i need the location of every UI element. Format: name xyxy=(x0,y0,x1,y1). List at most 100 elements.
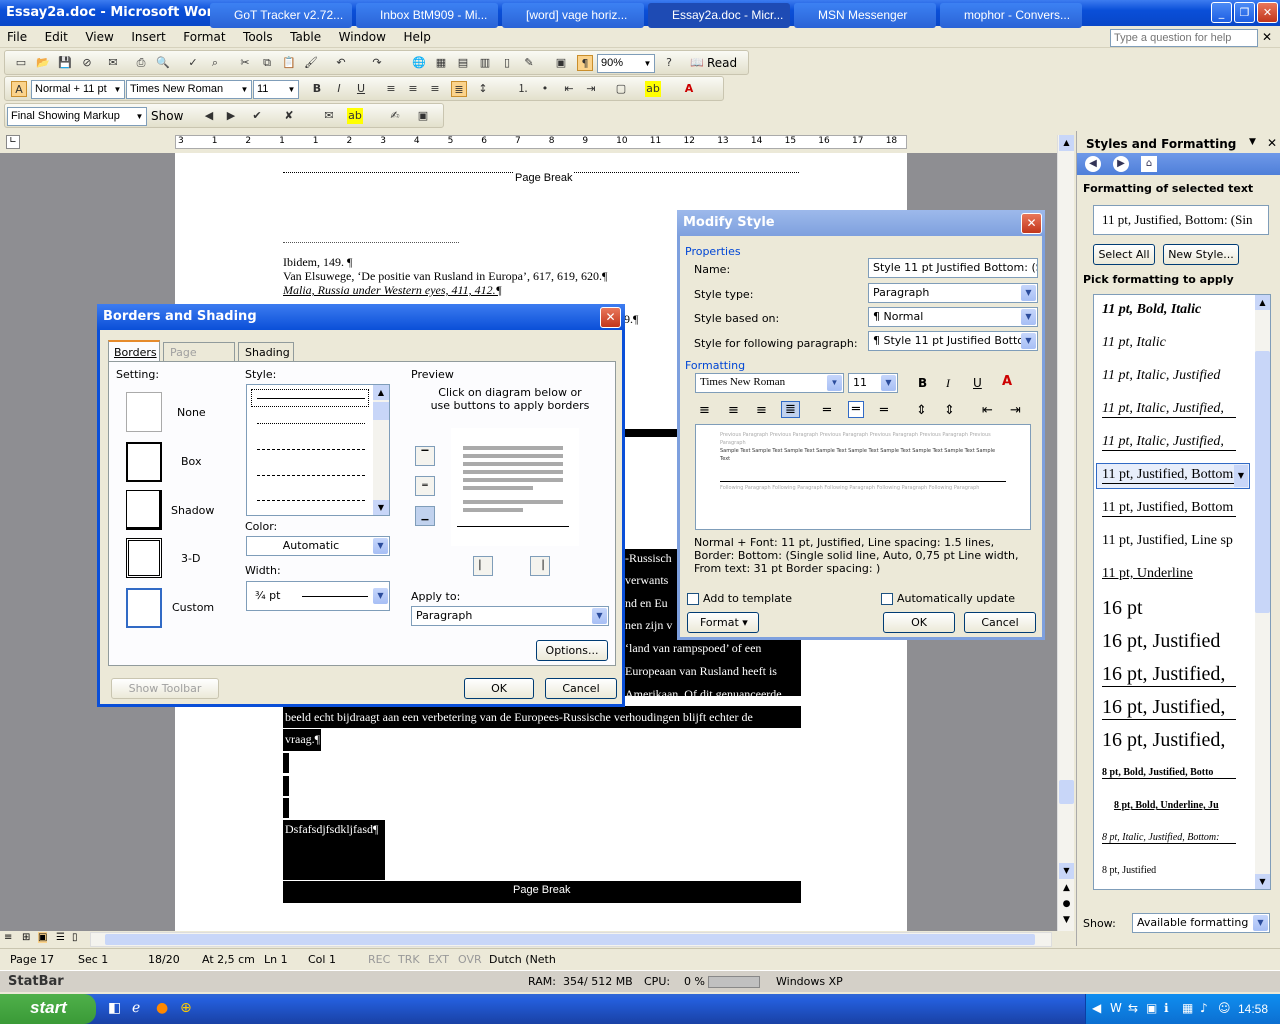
redo-icon[interactable]: ↷ xyxy=(369,55,385,71)
border-preview-diagram[interactable] xyxy=(451,428,579,546)
reviewing-pane-icon[interactable]: ▣ xyxy=(415,108,431,124)
increase-indent-icon[interactable]: ⇥ xyxy=(583,81,599,97)
tray-volume-icon[interactable]: ♪ xyxy=(1200,1001,1208,1015)
styles-pane-icon[interactable]: A xyxy=(11,81,27,97)
scroll-up-icon[interactable]: ▲ xyxy=(1059,135,1074,151)
tab-shading[interactable]: Shading xyxy=(238,342,294,362)
following-select[interactable]: ¶ Style 11 pt Justified Bottor ▼ xyxy=(868,331,1038,351)
scroll-up-icon[interactable]: ▲ xyxy=(373,385,389,400)
task-conversation[interactable]: mophor - Convers... xyxy=(940,3,1082,28)
read-label[interactable]: Read xyxy=(707,56,737,70)
menu-format[interactable]: Format xyxy=(176,26,232,48)
document-map-icon[interactable]: ▣ xyxy=(553,55,569,71)
track-changes-icon[interactable]: ✍ xyxy=(387,108,403,124)
dlg-onehalf-space-icon[interactable]: ═ xyxy=(848,401,864,418)
setting-none[interactable]: None xyxy=(177,406,206,419)
start-button[interactable]: start xyxy=(0,994,96,1024)
print-view-icon[interactable]: ▣ xyxy=(38,932,48,943)
add-template-checkbox[interactable] xyxy=(687,593,699,605)
status-rec[interactable]: REC xyxy=(368,953,390,966)
help-icon[interactable]: ? xyxy=(661,55,677,71)
setting-3d[interactable]: 3-D xyxy=(181,552,200,565)
forward-icon[interactable]: ▶ xyxy=(1113,156,1129,172)
scroll-down-icon[interactable]: ▼ xyxy=(373,500,389,515)
show-menu[interactable]: Show xyxy=(151,109,183,123)
style-select[interactable]: Normal + 11 pt ▼ xyxy=(31,80,125,99)
bottom-border-icon[interactable]: ▁ xyxy=(415,506,435,526)
format-painter-icon[interactable]: 🖌 xyxy=(303,55,319,71)
style-item[interactable]: 16 pt xyxy=(1102,597,1236,620)
save-icon[interactable]: 💾 xyxy=(57,55,73,71)
modify-cancel-button[interactable]: Cancel xyxy=(964,612,1036,633)
normal-view-icon[interactable]: ≡ xyxy=(4,932,12,943)
home-icon[interactable]: ⌂ xyxy=(1141,156,1157,172)
dlg-space-before-icon[interactable]: ⇕ xyxy=(916,403,927,418)
new-document-icon[interactable]: ▭ xyxy=(13,55,29,71)
dlg-underline-icon[interactable]: U xyxy=(973,376,982,390)
right-border-icon[interactable]: ▕ xyxy=(530,556,550,576)
task-inbox[interactable]: Inbox BtM909 - Mi... xyxy=(356,3,498,28)
borders-cancel-button[interactable]: Cancel xyxy=(545,678,617,699)
dlg-space-after-icon[interactable]: ⇕ xyxy=(944,403,955,418)
pane-close-icon[interactable]: ✕ xyxy=(1267,136,1277,150)
style-type-select[interactable]: Paragraph ▼ xyxy=(868,283,1038,303)
dlg-justify-icon[interactable]: ≣ xyxy=(781,401,800,418)
tray-network-icon[interactable]: ⇆ xyxy=(1128,1001,1138,1015)
tab-selector-icon[interactable]: ∟ xyxy=(6,135,20,149)
reject-change-icon[interactable]: ✘ xyxy=(281,108,297,124)
select-all-button[interactable]: Select All xyxy=(1093,244,1155,265)
paste-icon[interactable]: 📋 xyxy=(281,55,297,71)
dlg-double-space-icon[interactable]: ═ xyxy=(880,403,888,418)
tray-arrow-icon[interactable]: ◀ xyxy=(1092,1001,1101,1015)
apply-to-select[interactable]: Paragraph ▼ xyxy=(411,606,609,626)
font-color-icon[interactable]: A xyxy=(681,81,697,97)
style-item[interactable]: 11 pt, Italic, Justified, xyxy=(1102,401,1236,418)
vertical-scrollbar[interactable]: ▲ ▼ ▲ ● ▼ xyxy=(1057,135,1074,931)
horizontal-scrollbar[interactable] xyxy=(90,932,1052,947)
permission-icon[interactable]: ⊘ xyxy=(79,55,95,71)
open-icon[interactable]: 📂 xyxy=(35,55,51,71)
reading-view-icon[interactable]: ▯ xyxy=(72,932,78,943)
left-border-icon[interactable]: ▏ xyxy=(473,556,493,576)
style-item[interactable]: 11 pt, Italic xyxy=(1102,335,1236,351)
next-change-icon[interactable]: ▶ xyxy=(223,108,239,124)
highlight-icon[interactable]: ab xyxy=(645,81,661,97)
undo-icon[interactable]: ↶ xyxy=(333,55,349,71)
align-center-icon[interactable]: ≡ xyxy=(405,81,421,97)
previous-change-icon[interactable]: ◀ xyxy=(201,108,217,124)
restore-button[interactable]: ❐ xyxy=(1234,2,1255,23)
insert-table-icon[interactable]: ▤ xyxy=(455,55,471,71)
style-item[interactable]: 11 pt, Italic, Justified xyxy=(1102,368,1236,384)
line-spacing-icon[interactable]: ↕ xyxy=(475,81,491,97)
outline-view-icon[interactable]: ☰ xyxy=(56,932,65,943)
cut-icon[interactable]: ✂ xyxy=(237,55,253,71)
close-button[interactable]: ✕ xyxy=(1257,2,1278,23)
borders-icon[interactable]: ▢ xyxy=(613,81,629,97)
dlg-font-color-icon[interactable]: A xyxy=(1002,374,1012,389)
numbering-icon[interactable]: ⒈ xyxy=(515,81,531,97)
setting-box[interactable]: Box xyxy=(181,455,201,468)
style-list-thumb[interactable] xyxy=(1255,351,1270,613)
copy-icon[interactable]: ⧉ xyxy=(259,55,275,71)
read-icon[interactable]: 📖 xyxy=(689,55,705,71)
style-item[interactable]: 11 pt, Justified, Bottom xyxy=(1102,500,1236,517)
line-style-list[interactable]: ▲ ▼ xyxy=(246,384,390,516)
borders-close-icon[interactable]: ✕ xyxy=(600,307,621,328)
markup-select[interactable]: Final Showing Markup ▼ xyxy=(7,107,147,126)
dlg-increase-indent-icon[interactable]: ⇥ xyxy=(1010,403,1021,418)
format-button[interactable]: Format ▾ xyxy=(687,612,759,633)
print-icon[interactable]: ⎙ xyxy=(133,55,149,71)
style-item[interactable]: 16 pt, Justified, xyxy=(1102,729,1236,752)
spelling-icon[interactable]: ✓ xyxy=(185,55,201,71)
dlg-align-center-icon[interactable]: ≡ xyxy=(728,403,739,418)
task-msn[interactable]: MSN Messenger xyxy=(794,3,936,28)
chevron-down-icon[interactable]: ▼ xyxy=(1234,465,1248,487)
new-comment-icon[interactable]: ✉ xyxy=(321,108,337,124)
line-style-thumb[interactable] xyxy=(373,402,389,420)
insert-excel-icon[interactable]: ▥ xyxy=(477,55,493,71)
dlg-font-select[interactable]: Times New Roman ▼ xyxy=(695,373,844,393)
style-item[interactable]: 8 pt, Justified xyxy=(1102,865,1236,876)
research-icon[interactable]: ⌕ xyxy=(207,55,223,71)
scroll-thumb[interactable] xyxy=(1059,780,1074,804)
borders-ok-button[interactable]: OK xyxy=(464,678,534,699)
